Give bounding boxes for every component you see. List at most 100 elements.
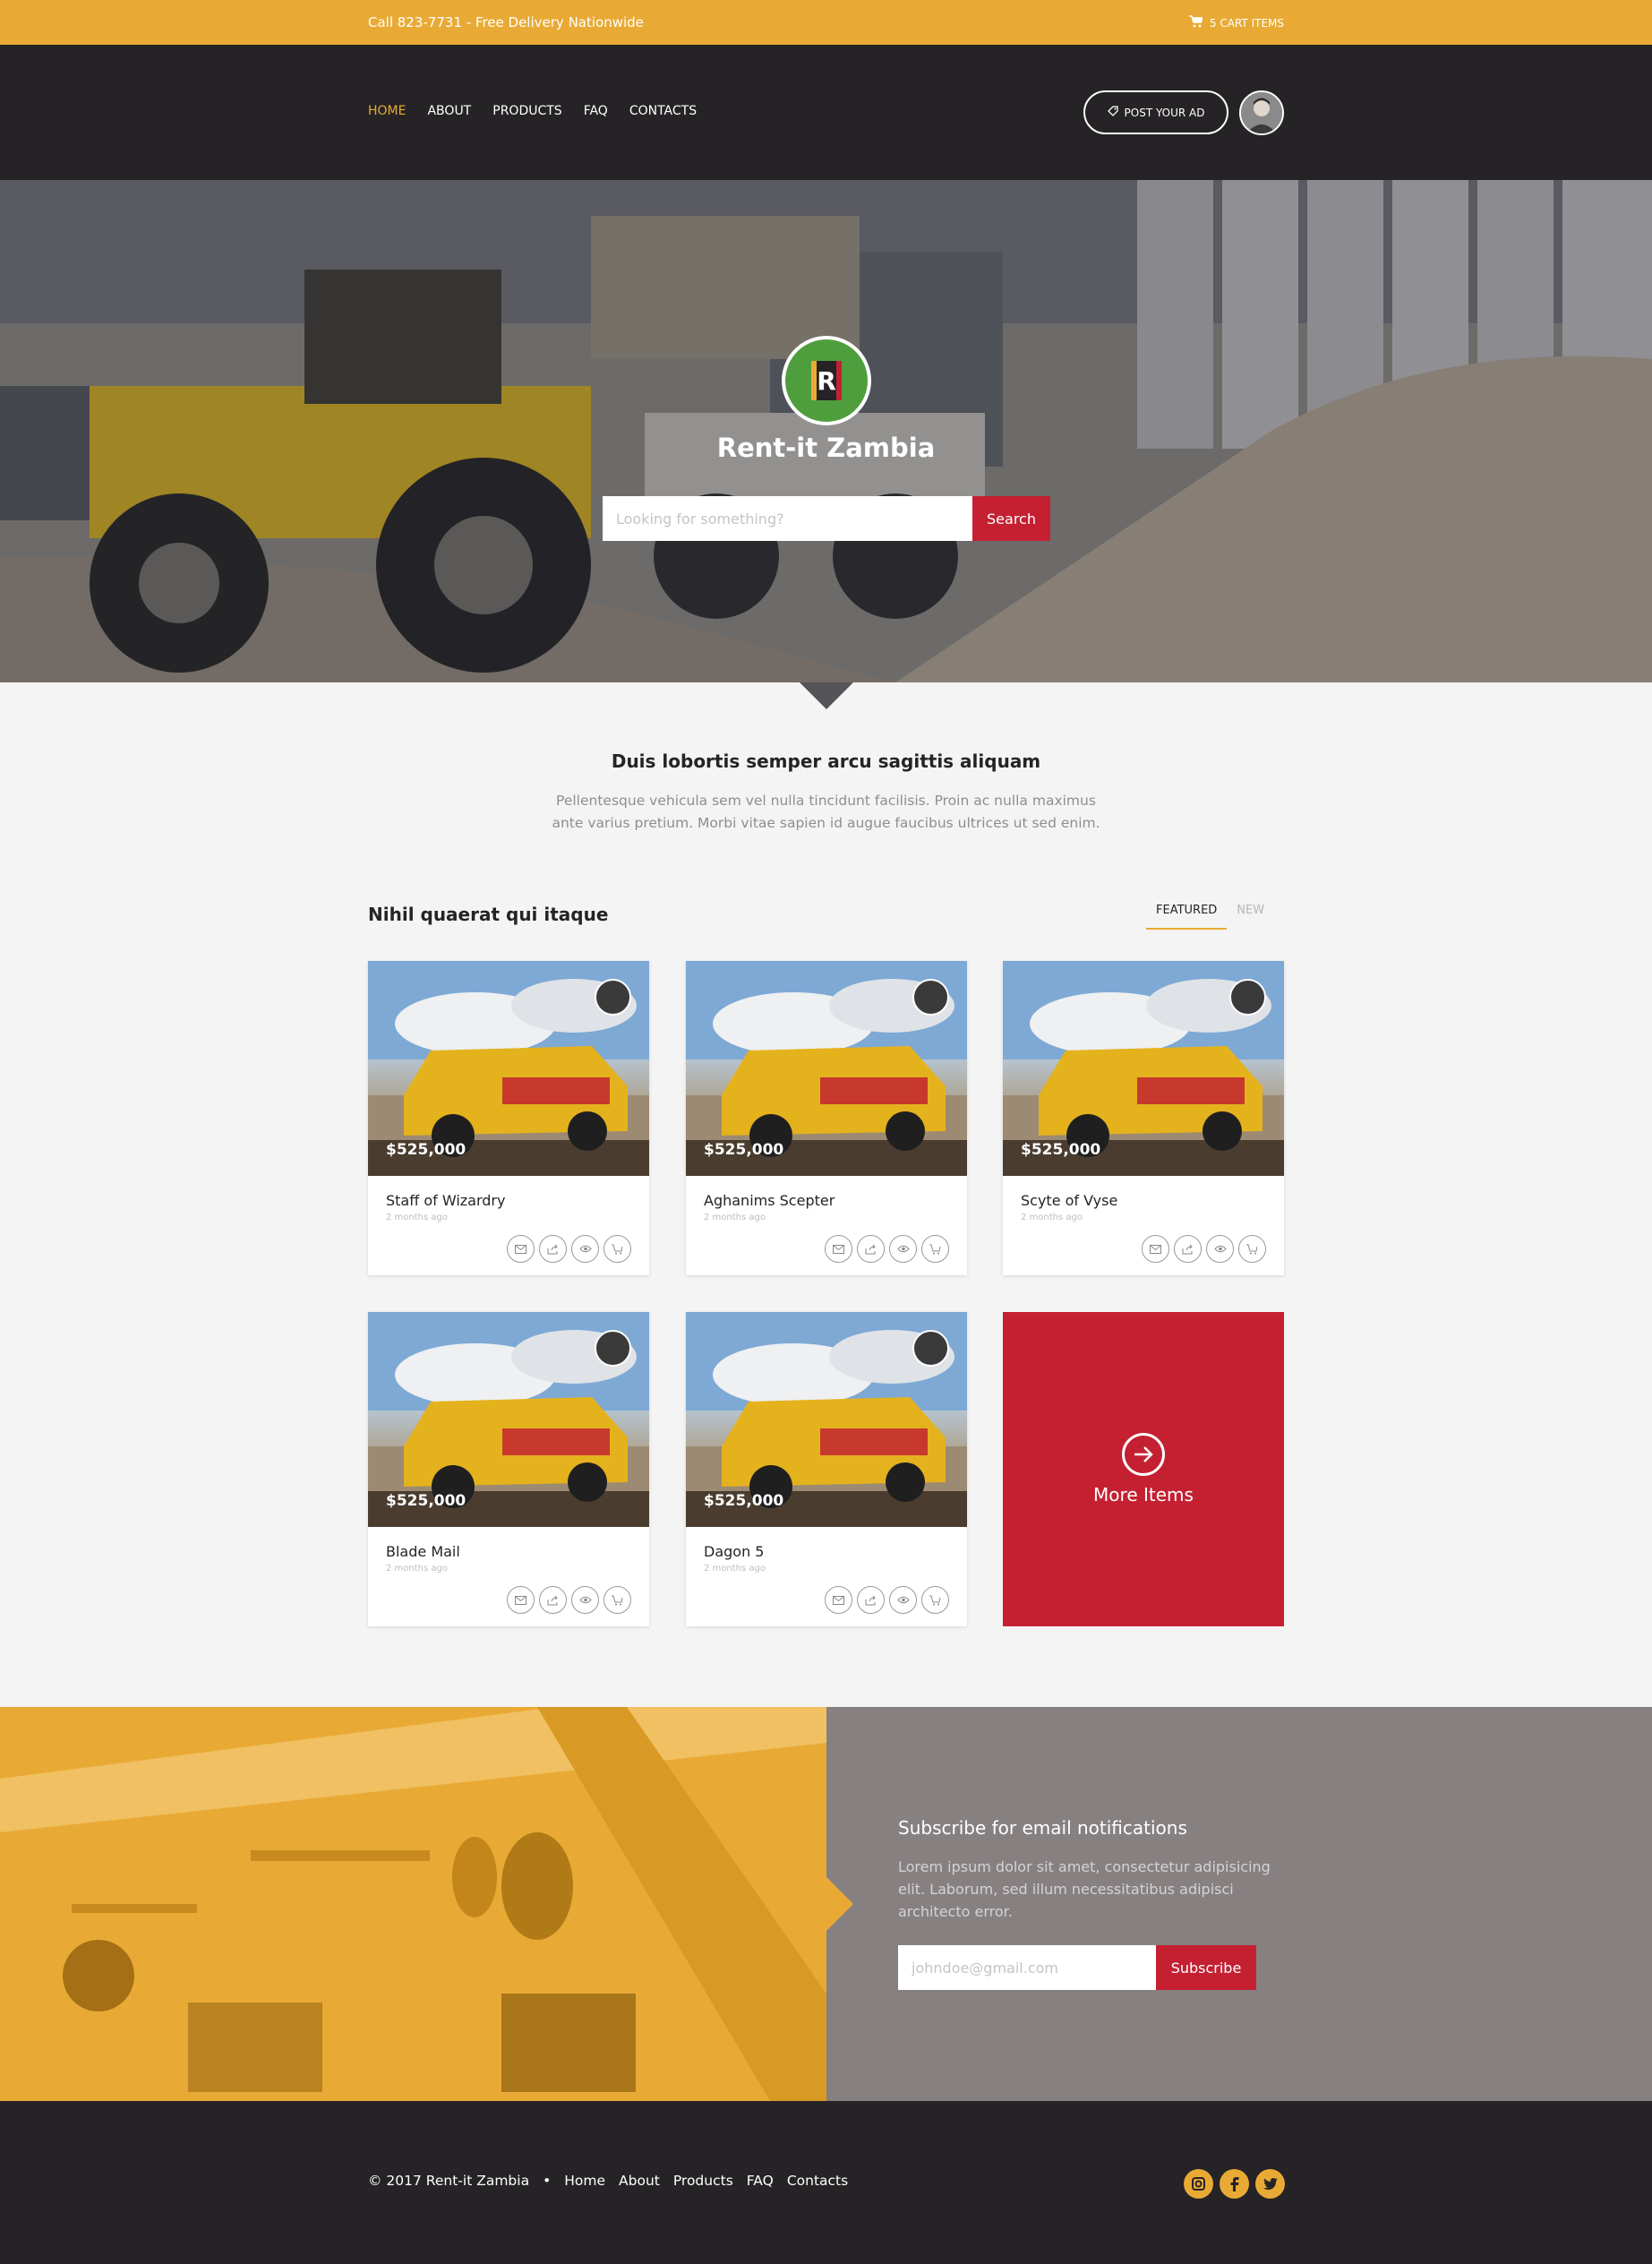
site-title: Rent-it Zambia	[716, 433, 936, 463]
product-actions	[507, 1586, 631, 1614]
nav-about[interactable]: ABOUT	[427, 104, 471, 118]
intro-heading: Duis lobortis semper arcu sagittis aliqu…	[611, 750, 1041, 772]
nav-faq[interactable]: FAQ	[584, 104, 608, 118]
footer-link-products[interactable]: Products	[673, 2173, 733, 2189]
share-icon[interactable]	[539, 1586, 567, 1614]
subscribe-section	[0, 1707, 1652, 2101]
post-ad-button[interactable]: POST YOUR AD	[1083, 90, 1228, 134]
more-items-label: More Items	[1093, 1484, 1194, 1505]
product-actions	[1142, 1235, 1266, 1263]
footer-links: © 2017 Rent-it Zambia • Home About Produ…	[368, 2173, 848, 2189]
footer-link-home[interactable]: Home	[564, 2173, 605, 2189]
footer-link-about[interactable]: About	[619, 2173, 660, 2189]
add-to-cart-icon[interactable]	[1238, 1235, 1266, 1263]
product-image[interactable]: $525,000	[368, 961, 649, 1176]
site-logo[interactable]: R	[782, 336, 871, 425]
seller-avatar[interactable]	[912, 1330, 949, 1367]
product-price: $525,000	[386, 1492, 466, 1510]
add-to-cart-icon[interactable]	[921, 1235, 949, 1263]
mail-icon[interactable]	[507, 1235, 535, 1263]
product-date: 2 months ago	[386, 1213, 448, 1222]
mail-icon[interactable]	[507, 1586, 535, 1614]
intro-text: Pellentesque vehicula sem vel nulla tinc…	[552, 793, 1100, 831]
product-card[interactable]: $525,000 Staff of Wizardry 2 months ago	[368, 961, 649, 1275]
social-links	[1184, 2169, 1285, 2199]
add-to-cart-icon[interactable]	[603, 1235, 631, 1263]
eye-icon[interactable]	[889, 1586, 917, 1614]
product-actions	[825, 1235, 949, 1263]
facebook-icon[interactable]	[1220, 2169, 1249, 2199]
nav-products[interactable]: PRODUCTS	[492, 104, 561, 118]
add-to-cart-icon[interactable]	[603, 1586, 631, 1614]
footer-link-contacts[interactable]: Contacts	[787, 2173, 848, 2189]
seller-avatar[interactable]	[912, 979, 949, 1016]
footer: © 2017 Rent-it Zambia • Home About Produ…	[0, 2101, 1652, 2264]
product-card[interactable]: $525,000 Scyte of Vyse 2 months ago	[1003, 961, 1284, 1275]
top-bar: Call 823-7731 - Free Delivery Nationwide…	[0, 0, 1652, 45]
product-image[interactable]: $525,000	[368, 1312, 649, 1527]
product-card[interactable]: $525,000 Dagon 5 2 months ago	[686, 1312, 967, 1626]
product-name[interactable]: Aghanims Scepter	[704, 1192, 835, 1209]
tab-new[interactable]: NEW	[1227, 904, 1274, 930]
twitter-icon[interactable]	[1255, 2169, 1285, 2199]
product-name[interactable]: Staff of Wizardry	[386, 1192, 505, 1209]
listing-tabs: FEATURED NEW	[1146, 904, 1274, 930]
product-name[interactable]: Dagon 5	[704, 1543, 764, 1560]
share-icon[interactable]	[1174, 1235, 1202, 1263]
hero-overlay	[0, 180, 1652, 682]
product-name[interactable]: Blade Mail	[386, 1543, 460, 1560]
eye-icon[interactable]	[889, 1235, 917, 1263]
search-button[interactable]: Search	[972, 496, 1050, 541]
product-price: $525,000	[704, 1492, 784, 1510]
share-icon[interactable]	[539, 1235, 567, 1263]
mail-icon[interactable]	[825, 1586, 852, 1614]
eye-icon[interactable]	[1206, 1235, 1234, 1263]
nav-contacts[interactable]: CONTACTS	[629, 104, 697, 118]
product-image[interactable]: $525,000	[686, 961, 967, 1176]
seller-avatar[interactable]	[1229, 979, 1266, 1016]
arrow-right-icon	[1122, 1433, 1165, 1476]
seller-avatar[interactable]	[595, 979, 631, 1016]
mail-icon[interactable]	[1142, 1235, 1169, 1263]
product-date: 2 months ago	[704, 1564, 766, 1574]
footer-separator: •	[543, 2173, 552, 2189]
subscribe-text: Lorem ipsum dolor sit amet, consectetur …	[898, 1858, 1271, 1920]
footer-link-faq[interactable]: FAQ	[747, 2173, 774, 2189]
user-avatar[interactable]	[1239, 90, 1284, 135]
tag-icon	[1107, 106, 1118, 119]
product-image[interactable]: $525,000	[1003, 961, 1284, 1176]
eye-icon[interactable]	[571, 1586, 599, 1614]
seller-avatar[interactable]	[595, 1330, 631, 1367]
more-items-button[interactable]: More Items	[1003, 1312, 1284, 1626]
post-ad-label: POST YOUR AD	[1124, 106, 1205, 119]
copyright: © 2017 Rent-it Zambia	[368, 2173, 530, 2189]
search-input[interactable]	[603, 496, 972, 541]
product-date: 2 months ago	[386, 1564, 448, 1574]
product-name[interactable]: Scyte of Vyse	[1021, 1192, 1117, 1209]
instagram-icon[interactable]	[1184, 2169, 1213, 2199]
share-icon[interactable]	[857, 1235, 885, 1263]
add-to-cart-icon[interactable]	[921, 1586, 949, 1614]
main-nav: HOME ABOUT PRODUCTS FAQ CONTACTS POST YO…	[0, 45, 1652, 180]
contact-text: Call 823-7731 - Free Delivery Nationwide	[368, 14, 644, 30]
product-price: $525,000	[386, 1141, 466, 1159]
product-price: $525,000	[1021, 1141, 1101, 1159]
mail-icon[interactable]	[825, 1235, 852, 1263]
cart-icon	[1188, 15, 1204, 30]
subscribe-button[interactable]: Subscribe	[1156, 1945, 1256, 1990]
tab-featured[interactable]: FEATURED	[1146, 904, 1228, 930]
logo-letter: R	[811, 361, 842, 400]
email-field[interactable]	[898, 1945, 1156, 1990]
hero-banner	[0, 180, 1652, 682]
eye-icon[interactable]	[571, 1235, 599, 1263]
product-card[interactable]: $525,000 Blade Mail 2 months ago	[368, 1312, 649, 1626]
cafe-image	[0, 1707, 826, 2101]
product-image[interactable]: $525,000	[686, 1312, 967, 1527]
product-actions	[825, 1586, 949, 1614]
listing-title: Nihil quaerat qui itaque	[368, 904, 609, 925]
nav-home[interactable]: HOME	[368, 104, 406, 118]
product-card[interactable]: $525,000 Aghanims Scepter 2 months ago	[686, 961, 967, 1275]
share-icon[interactable]	[857, 1586, 885, 1614]
hero-notch	[800, 682, 853, 709]
cart-link[interactable]: 5 CART ITEMS	[1188, 15, 1284, 30]
